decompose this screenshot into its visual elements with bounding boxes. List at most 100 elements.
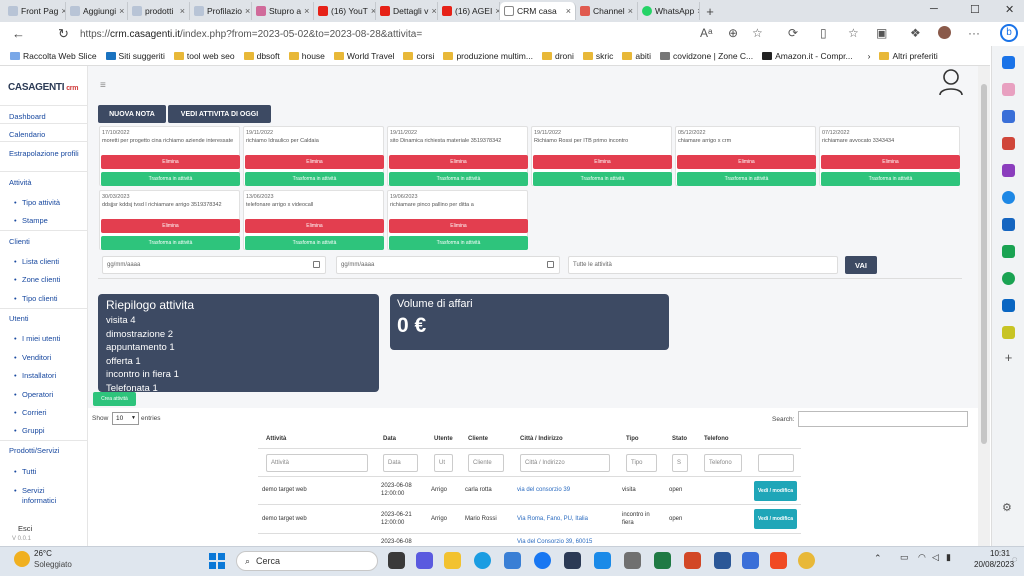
browser-tab-active[interactable]: CRM casa × xyxy=(500,2,576,20)
delete-note-button[interactable]: Elimina xyxy=(821,155,960,169)
bookmark-folder[interactable]: skric xyxy=(582,51,613,61)
bing-chat-icon[interactable]: b xyxy=(1000,24,1018,42)
powerpoint-icon[interactable] xyxy=(684,552,701,569)
sidebar-item-clienti[interactable]: Clienti xyxy=(9,237,30,246)
filter-actions-input[interactable] xyxy=(758,454,794,472)
sidebar-item-estrapolazione[interactable]: Estrapolazione profili xyxy=(9,149,79,159)
filter-telefono-input[interactable]: Telefono xyxy=(704,454,742,472)
file-explorer-icon[interactable] xyxy=(444,552,461,569)
brave-icon[interactable] xyxy=(770,552,787,569)
notification-icon[interactable]: ◌ xyxy=(1012,554,1017,564)
close-tab-icon[interactable]: × xyxy=(566,6,571,16)
sidebar-item-corrieri[interactable]: Corrieri xyxy=(14,408,46,417)
sidebar-item-operatori[interactable]: Operatori xyxy=(14,390,53,399)
page-scrollbar[interactable] xyxy=(978,66,990,546)
sidebar-item-calendario[interactable]: Calendario xyxy=(9,130,45,139)
zoom-icon[interactable]: ⊕ xyxy=(728,26,738,40)
new-tab-icon[interactable]: + xyxy=(700,4,720,19)
bookmark-folder[interactable]: World Travel xyxy=(333,51,394,61)
browser-tab[interactable]: WhatsApp× xyxy=(638,2,700,20)
sidebar-item-lista-clienti[interactable]: Lista clienti xyxy=(14,257,59,266)
word-icon[interactable] xyxy=(714,552,731,569)
convert-note-button[interactable]: Trasforma in attività xyxy=(245,236,384,250)
logout-link[interactable]: Esci xyxy=(18,524,32,533)
cell-citta-link[interactable]: Via del Consorzio 39, 60015 xyxy=(517,538,592,546)
sidebar-item-attivita[interactable]: Attività xyxy=(9,178,32,187)
profile-avatar[interactable] xyxy=(938,26,951,39)
sidebar-item-zone-clienti[interactable]: Zone clienti xyxy=(14,275,60,284)
sidebar-item-prodotti[interactable]: Prodotti/Servizi xyxy=(9,446,59,455)
bookmark[interactable]: Amazon.it - Compr... xyxy=(762,51,853,61)
teams-chat-icon[interactable] xyxy=(416,552,433,569)
calendar-icon[interactable] xyxy=(547,261,554,268)
table-search-input[interactable] xyxy=(798,411,968,427)
browser-tab[interactable]: (16) YouT × xyxy=(314,2,376,20)
entries-select[interactable]: 10 ▼ xyxy=(112,412,139,425)
cell-citta-link[interactable]: via del consorzio 39 xyxy=(517,486,570,494)
collections-icon[interactable]: ▣ xyxy=(876,26,887,40)
close-tab-icon[interactable]: × xyxy=(304,6,309,16)
split-screen-icon[interactable]: ▯ xyxy=(820,26,827,40)
delete-note-button[interactable]: Elimina xyxy=(389,219,528,233)
more-menu-icon[interactable]: ··· xyxy=(968,26,980,40)
mail-icon[interactable] xyxy=(594,552,611,569)
convert-note-button[interactable]: Trasforma in attività xyxy=(389,172,528,186)
browser-tab[interactable]: Aggiungi × xyxy=(66,2,128,20)
convert-note-button[interactable]: Trasforma in attività xyxy=(389,236,528,250)
other-bookmarks[interactable]: Altri preferiti xyxy=(879,51,938,61)
wifi-icon[interactable]: ◠ xyxy=(918,552,926,563)
linkedin-icon[interactable] xyxy=(1002,299,1015,312)
search-icon[interactable] xyxy=(1002,83,1015,96)
minimize-icon[interactable]: ─ xyxy=(930,3,938,15)
view-edit-button[interactable]: Vedi / modifica xyxy=(754,509,797,529)
close-tab-icon[interactable]: × xyxy=(119,6,124,16)
bookmark-folder[interactable]: tool web seo xyxy=(173,51,235,61)
battery-icon[interactable]: ▮ xyxy=(946,552,951,563)
scrollbar-thumb[interactable] xyxy=(981,84,987,444)
convert-note-button[interactable]: Trasforma in attività xyxy=(101,236,240,250)
id-app-icon[interactable] xyxy=(1002,326,1015,339)
read-aloud-icon[interactable]: Aᵃ xyxy=(700,26,712,40)
task-view-icon[interactable] xyxy=(388,552,405,569)
browser-tab[interactable]: prodotti × xyxy=(128,2,190,20)
to-date-input[interactable]: gg/mm/aaaa xyxy=(336,256,560,274)
close-tab-icon[interactable]: × xyxy=(628,6,633,16)
calculator-icon[interactable] xyxy=(742,552,759,569)
browser-tab[interactable]: Dettagli v × xyxy=(376,2,438,20)
app-icon[interactable] xyxy=(504,552,521,569)
app-icon[interactable] xyxy=(624,552,641,569)
bookmark-folder[interactable]: dbsoft xyxy=(243,51,280,61)
delete-note-button[interactable]: Elimina xyxy=(245,219,384,233)
whatsapp-icon[interactable] xyxy=(1002,272,1015,285)
reload-icon[interactable]: ↻ xyxy=(58,26,69,42)
weather-temp[interactable]: 26°C xyxy=(34,549,52,558)
bookmark-folder[interactable]: abiti xyxy=(622,51,651,61)
bookmark-folder[interactable]: corsi xyxy=(403,51,434,61)
microsoft-365-icon[interactable] xyxy=(1002,191,1015,204)
browser-tab[interactable]: Profilazio × xyxy=(190,2,252,20)
address-bar[interactable]: https://crm.casagenti.it/index.php?from=… xyxy=(80,25,680,43)
bookmark-folder[interactable]: produzione multim... xyxy=(443,51,533,61)
delete-note-button[interactable]: Elimina xyxy=(101,219,240,233)
convert-note-button[interactable]: Trasforma in attività xyxy=(101,172,240,186)
today-activities-button[interactable]: VEDI ATTIVITA DI OGGI xyxy=(168,105,271,123)
filter-stato-input[interactable]: S xyxy=(672,454,688,472)
filter-tipo-input[interactable]: Tipo xyxy=(626,454,657,472)
delete-note-button[interactable]: Elimina xyxy=(245,155,384,169)
new-note-button[interactable]: NUOVA NOTA xyxy=(98,105,166,123)
notification-bell-icon[interactable] xyxy=(1002,56,1015,69)
keyboard-icon[interactable]: ▭ xyxy=(900,552,909,563)
create-activity-button[interactable]: Crea attività xyxy=(93,392,136,406)
delete-note-button[interactable]: Elimina xyxy=(677,155,816,169)
bookmark-folder[interactable]: house xyxy=(288,51,325,61)
sidebar-item-gruppi[interactable]: Gruppi xyxy=(14,426,44,435)
extension-icon[interactable]: ⟳ xyxy=(788,26,798,40)
browser-tab[interactable]: Stupro a × xyxy=(252,2,314,20)
filter-citta-input[interactable]: Città / Indirizzo xyxy=(520,454,610,472)
back-icon[interactable]: ← xyxy=(12,26,25,41)
close-window-icon[interactable]: ✕ xyxy=(1005,3,1014,16)
chevron-up-icon[interactable]: ⌃ xyxy=(874,553,882,564)
column-header[interactable]: Attività xyxy=(266,436,286,442)
sidebar-item-dashboard[interactable]: Dashboard xyxy=(9,112,46,121)
bookmark-folder[interactable]: droni xyxy=(541,51,574,61)
